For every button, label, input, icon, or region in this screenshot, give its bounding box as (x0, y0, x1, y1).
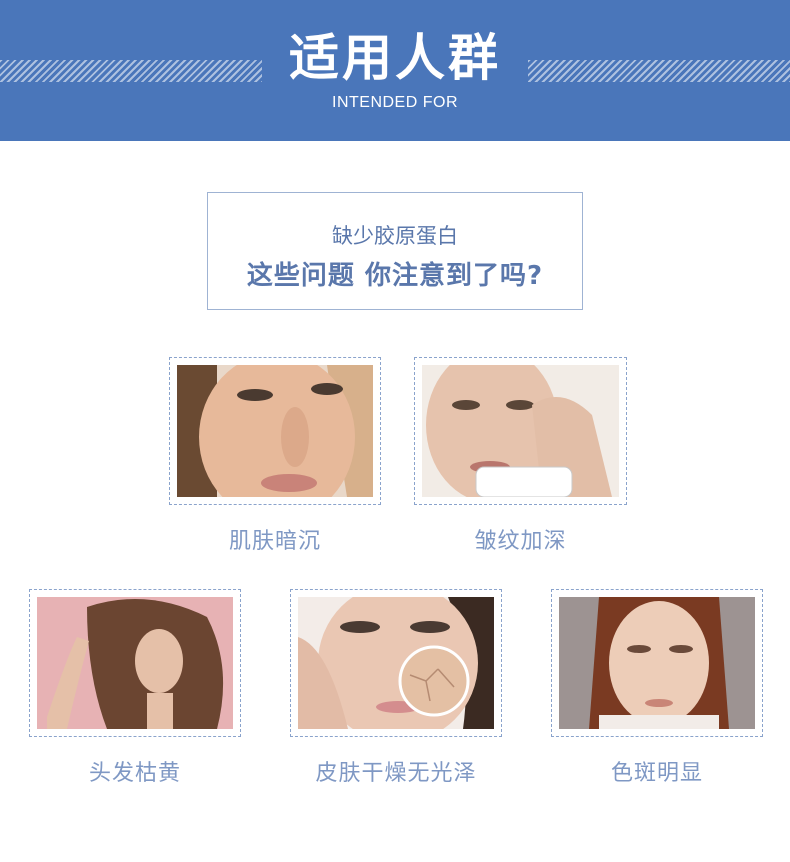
card-caption: 头发枯黄 (88, 761, 181, 786)
card-dry-skin: 皮肤干燥无光泽 (290, 589, 502, 789)
page-subtitle: INTENDED FOR (332, 94, 458, 111)
dry-skin-photo (298, 597, 494, 729)
question-box: 缺少胶原蛋白 这些问题 你注意到了吗? (207, 192, 583, 310)
card-caption: 皱纹加深 (474, 529, 567, 554)
page-title: 适用人群 (289, 29, 501, 87)
card-wrinkles: 皱纹加深 (414, 357, 627, 557)
card-freckles: 色斑明显 (551, 589, 763, 789)
freckles-photo (559, 597, 755, 729)
dry-hair-photo (37, 597, 233, 729)
header-banner: 适用人群 INTENDED FOR (0, 0, 790, 141)
dull-skin-photo (177, 365, 373, 497)
question-line-1: 缺少胶原蛋白 (332, 224, 458, 248)
wrinkles-photo (422, 365, 619, 497)
card-caption: 肌肤暗沉 (228, 529, 321, 554)
card-caption: 色斑明显 (610, 761, 703, 786)
question-line-2: 这些问题 你注意到了吗? (246, 261, 544, 291)
card-dry-hair: 头发枯黄 (29, 589, 241, 789)
card-caption: 皮肤干燥无光泽 (315, 761, 477, 786)
card-dull-skin: 肌肤暗沉 (169, 357, 381, 557)
